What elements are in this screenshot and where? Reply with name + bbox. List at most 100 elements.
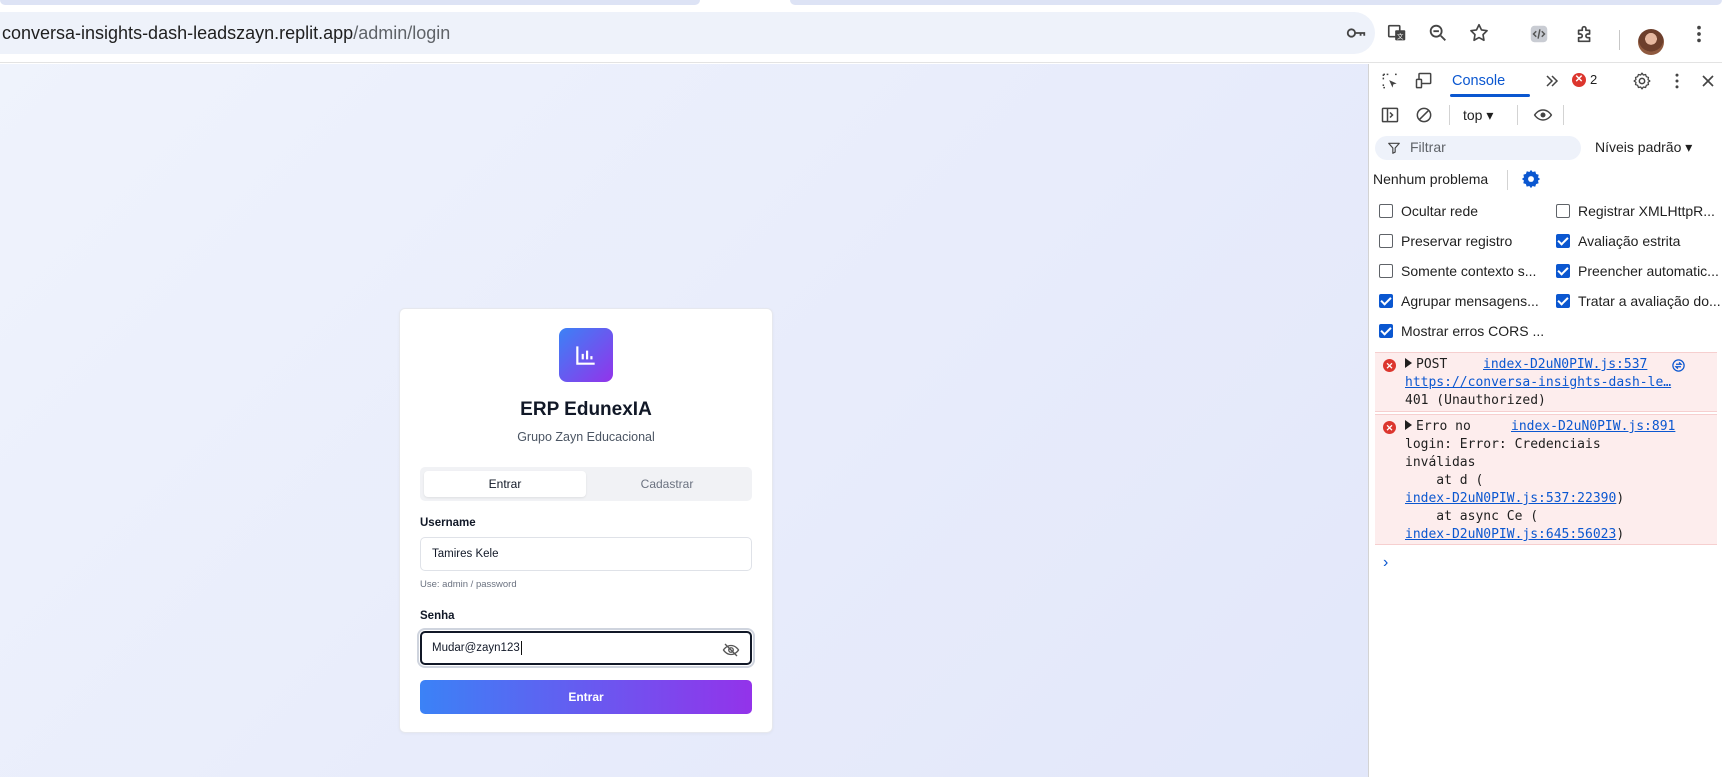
checkbox[interactable] bbox=[1556, 294, 1570, 308]
tab-login[interactable]: Entrar bbox=[424, 471, 586, 497]
extensions-puzzle-icon[interactable] bbox=[1572, 21, 1598, 47]
stack-link[interactable]: index-D2uN0PIW.js:645:56023 bbox=[1405, 527, 1616, 542]
checkbox[interactable] bbox=[1379, 204, 1393, 218]
option-label: Registrar XMLHttpR... bbox=[1578, 203, 1715, 219]
context-value: top bbox=[1463, 107, 1483, 123]
issues-status: Nenhum problema bbox=[1373, 171, 1489, 187]
console-settings-icon[interactable] bbox=[1520, 168, 1542, 190]
option-user-gesture[interactable]: Tratar a avaliação do... bbox=[1556, 293, 1721, 309]
toolbar-divider bbox=[1449, 105, 1450, 125]
checkbox[interactable] bbox=[1379, 264, 1393, 278]
console-error-message: ✕ POST index-D2uN0PIW.js:537 https://con… bbox=[1375, 352, 1717, 412]
username-label: Username bbox=[420, 517, 476, 529]
tab-console[interactable]: Console bbox=[1452, 73, 1505, 89]
filter-placeholder: Filtrar bbox=[1410, 139, 1446, 155]
option-label: Preservar registro bbox=[1401, 233, 1513, 249]
toolbar: conversa-insights-dash-leadszayn.replit.… bbox=[0, 8, 1722, 63]
eye-off-icon[interactable] bbox=[722, 641, 740, 659]
url-text[interactable]: conversa-insights-dash-leadszayn.replit.… bbox=[2, 23, 450, 44]
settings-gear-icon[interactable] bbox=[1631, 70, 1653, 92]
clear-console-icon[interactable] bbox=[1413, 104, 1435, 126]
source-link[interactable]: index-D2uN0PIW.js:891 bbox=[1511, 418, 1675, 436]
tab-register[interactable]: Cadastrar bbox=[586, 471, 748, 497]
profile-avatar[interactable] bbox=[1638, 29, 1664, 55]
url-host: conversa-insights-dash-leadszayn.replit.… bbox=[2, 23, 354, 43]
tab-right[interactable] bbox=[790, 0, 1722, 5]
devtools-extension-icon[interactable] bbox=[1526, 21, 1552, 47]
console-prompt-chevron-icon[interactable]: › bbox=[1383, 554, 1388, 572]
option-selected-context[interactable]: Somente contexto s... bbox=[1379, 263, 1536, 279]
toolbar-divider bbox=[1563, 105, 1564, 125]
checkbox[interactable] bbox=[1556, 234, 1570, 248]
browser-menu-icon[interactable] bbox=[1686, 21, 1712, 47]
zoom-out-icon[interactable] bbox=[1426, 21, 1450, 45]
error-count-badge[interactable]: ✕ 2 bbox=[1572, 72, 1597, 87]
login-submit-button[interactable]: Entrar bbox=[420, 680, 752, 714]
error-text: login: Error: Credenciais bbox=[1405, 437, 1601, 452]
network-request-icon[interactable] bbox=[1671, 358, 1686, 373]
checkbox[interactable] bbox=[1379, 294, 1393, 308]
active-tab-indicator bbox=[1450, 94, 1530, 97]
option-label: Agrupar mensagens... bbox=[1401, 293, 1539, 309]
option-label: Avaliação estrita bbox=[1578, 233, 1681, 249]
request-url-link[interactable]: https://conversa-insights-dash-le… bbox=[1405, 375, 1671, 390]
option-group-similar[interactable]: Agrupar mensagens... bbox=[1379, 293, 1539, 309]
text-caret bbox=[520, 641, 522, 655]
checkbox[interactable] bbox=[1379, 324, 1393, 338]
devtools-panel: Console ✕ 2 top ▾ Filtrar Níveis padrão … bbox=[1368, 64, 1722, 777]
password-label: Senha bbox=[420, 610, 455, 622]
response-status: 401 (Unauthorized) bbox=[1405, 393, 1546, 408]
sidebar-toggle-icon[interactable] bbox=[1379, 104, 1401, 126]
live-expression-eye-icon[interactable] bbox=[1532, 104, 1554, 126]
expand-triangle-icon[interactable] bbox=[1405, 420, 1412, 430]
stack-frame: at async Ce ( bbox=[1405, 509, 1539, 524]
username-input[interactable]: Tamires Kele bbox=[420, 537, 752, 571]
devtools-menu-icon[interactable] bbox=[1666, 70, 1688, 92]
checkbox[interactable] bbox=[1379, 234, 1393, 248]
address-bar[interactable]: conversa-insights-dash-leadszayn.replit.… bbox=[0, 12, 1488, 54]
option-autocomplete[interactable]: Preencher automatic... bbox=[1556, 263, 1719, 279]
console-filter-input[interactable]: Filtrar bbox=[1375, 136, 1581, 160]
checkbox[interactable] bbox=[1556, 204, 1570, 218]
expand-triangle-icon[interactable] bbox=[1405, 358, 1412, 368]
tab-strip bbox=[0, 0, 1722, 8]
app-title: ERP EdunexIA bbox=[520, 399, 652, 420]
username-hint: Use: admin / password bbox=[420, 579, 517, 590]
device-toolbar-icon[interactable] bbox=[1413, 70, 1435, 92]
filter-icon bbox=[1388, 142, 1400, 154]
close-devtools-icon[interactable] bbox=[1697, 70, 1719, 92]
context-selector[interactable]: top ▾ bbox=[1463, 107, 1493, 124]
log-levels-dropdown[interactable]: Níveis padrão ▾ bbox=[1595, 139, 1692, 156]
option-eager-eval[interactable]: Avaliação estrita bbox=[1556, 233, 1680, 249]
option-label: Mostrar erros CORS ... bbox=[1401, 323, 1545, 339]
levels-value: Níveis padrão bbox=[1595, 139, 1682, 155]
stack-frame: at d ( bbox=[1405, 473, 1484, 488]
password-value: Mudar@zayn123 bbox=[432, 642, 520, 654]
source-link[interactable]: index-D2uN0PIW.js:537 bbox=[1483, 356, 1647, 374]
error-icon: ✕ bbox=[1383, 359, 1396, 372]
error-icon: ✕ bbox=[1383, 421, 1396, 434]
toolbar-divider bbox=[1507, 170, 1508, 190]
error-count: 2 bbox=[1590, 72, 1598, 87]
password-input[interactable]: Mudar@zayn123 bbox=[420, 631, 752, 665]
translate-icon[interactable]: 文 bbox=[1385, 21, 1409, 45]
request-method: POST bbox=[1416, 357, 1448, 372]
option-hide-network[interactable]: Ocultar rede bbox=[1379, 203, 1478, 219]
error-icon: ✕ bbox=[1572, 72, 1586, 87]
bar-chart-icon bbox=[576, 346, 595, 365]
app-subtitle: Grupo Zayn Educacional bbox=[517, 430, 655, 444]
page-viewport: ERP EdunexIA Grupo Zayn Educacional Entr… bbox=[0, 64, 1368, 777]
option-log-xhr[interactable]: Registrar XMLHttpR... bbox=[1556, 203, 1715, 219]
option-preserve-log[interactable]: Preservar registro bbox=[1379, 233, 1512, 249]
inspect-element-icon[interactable] bbox=[1379, 70, 1401, 92]
stack-link[interactable]: index-D2uN0PIW.js:537:22390 bbox=[1405, 491, 1616, 506]
checkbox[interactable] bbox=[1556, 264, 1570, 278]
app-logo bbox=[559, 328, 613, 382]
key-icon[interactable] bbox=[1344, 21, 1368, 45]
option-label: Ocultar rede bbox=[1401, 203, 1479, 219]
option-cors-errors[interactable]: Mostrar erros CORS ... bbox=[1379, 323, 1544, 339]
tab-left[interactable] bbox=[0, 0, 700, 5]
more-tabs-icon[interactable] bbox=[1541, 70, 1563, 92]
stack-tail: ) bbox=[1616, 527, 1625, 542]
bookmark-star-icon[interactable] bbox=[1467, 21, 1491, 45]
